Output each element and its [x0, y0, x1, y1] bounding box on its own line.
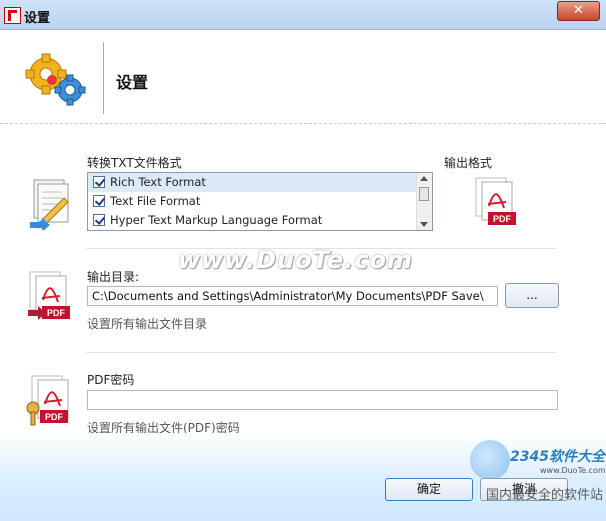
header-separator: [0, 123, 606, 124]
watermark-logo: 2345软件大全: [510, 449, 605, 465]
scroll-up-icon[interactable]: [420, 176, 428, 181]
convert-format-label: 转换TXT文件格式: [87, 156, 182, 170]
pdf-password-field[interactable]: [87, 390, 558, 410]
page-title: 设置: [116, 73, 149, 92]
format-list[interactable]: Rich Text Format Text File Format Hyper …: [87, 172, 433, 231]
browse-button[interactable]: ...: [505, 283, 559, 308]
settings-gears-icon: [25, 53, 86, 106]
watermark-site: www.DuoTe.com: [540, 466, 606, 475]
ok-button[interactable]: 确定: [385, 478, 473, 501]
section-divider: [86, 352, 556, 353]
pdf-password-label: PDF密码: [87, 373, 135, 387]
checkbox[interactable]: [93, 195, 105, 207]
scroll-down-icon[interactable]: [420, 222, 428, 227]
output-dir-label: 输出目录:: [87, 270, 140, 284]
title-bar: 设置 ✕: [0, 0, 606, 30]
output-dir-hint: 设置所有输出文件目录: [87, 317, 208, 331]
output-dir-field[interactable]: C:\Documents and Settings\Administrator\…: [87, 286, 498, 306]
list-item[interactable]: Text File Format: [88, 192, 432, 211]
scroll-thumb[interactable]: [419, 187, 429, 201]
list-item-label: Rich Text Format: [110, 175, 206, 189]
checkbox[interactable]: [93, 176, 105, 188]
pdf-password-icon: PDF: [26, 375, 69, 426]
mascot-icon: [470, 440, 510, 480]
pdf-icon-text: PDF: [493, 214, 512, 224]
header: [0, 30, 606, 124]
output-format-label: 输出格式: [444, 156, 493, 170]
list-item-label: Text File Format: [110, 194, 201, 208]
pdf-icon-text: PDF: [45, 412, 64, 422]
pdf-output-icon: PDF: [28, 271, 70, 320]
close-button[interactable]: ✕: [557, 1, 600, 21]
watermark-text: www.DuoTe.com: [178, 246, 413, 274]
checkbox[interactable]: [93, 214, 105, 226]
document-edit-icon: [30, 179, 69, 230]
list-item[interactable]: Hyper Text Markup Language Format: [88, 211, 432, 230]
app-logo-icon: [4, 7, 21, 24]
pdf-format-icon: PDF: [475, 177, 516, 225]
header-divider: [103, 42, 104, 114]
list-item[interactable]: Rich Text Format: [88, 173, 432, 192]
window-title: 设置: [24, 11, 51, 26]
pdf-icon-text: PDF: [47, 308, 66, 318]
list-scrollbar[interactable]: [416, 173, 432, 230]
watermark-corner: 国内最安全的软件站: [486, 488, 604, 503]
list-item-label: Hyper Text Markup Language Format: [110, 213, 323, 227]
